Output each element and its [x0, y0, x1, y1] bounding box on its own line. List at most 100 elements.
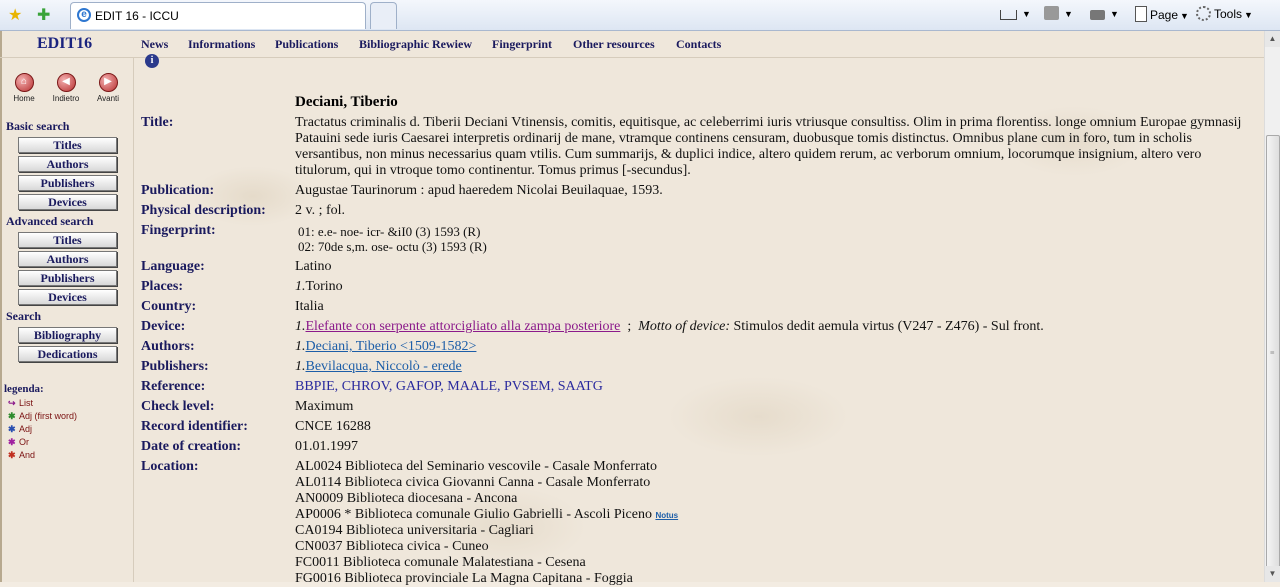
- fingerprint-label: Fingerprint:: [141, 223, 216, 238]
- location-item: AN0009 Biblioteca diocesana - Ancona: [295, 491, 518, 506]
- places-number: 1.: [295, 279, 306, 294]
- notus-link[interactable]: Notus: [655, 511, 678, 520]
- top-divider: [0, 57, 1264, 58]
- top-navigation: EDIT16 News Informations Publications Bi…: [0, 31, 1264, 57]
- ie-page-icon: e: [77, 8, 91, 22]
- rss-icon: [1044, 6, 1059, 20]
- device-separator: ;: [627, 319, 632, 334]
- record-heading: Deciani, Tiberio: [295, 94, 398, 110]
- basic-authors-button[interactable]: Authors: [18, 156, 117, 172]
- advanced-titles-button[interactable]: Titles: [18, 232, 117, 248]
- author-link[interactable]: Deciani, Tiberio <1509-1582>: [306, 339, 477, 354]
- feeds-button[interactable]: ▼: [1044, 6, 1073, 20]
- country-label: Country:: [141, 299, 197, 314]
- publication-value: Augustae Taurinorum : apud haeredem Nico…: [295, 183, 663, 198]
- advanced-devices-button[interactable]: Devices: [18, 289, 117, 305]
- scroll-up-arrow-icon[interactable]: ▲: [1265, 31, 1280, 47]
- reference-link[interactable]: MAALE,: [447, 379, 500, 394]
- dedications-button[interactable]: Dedications: [18, 346, 117, 362]
- authors-value: 1.Deciani, Tiberio <1509-1582>: [295, 339, 476, 355]
- legend-label: Adj: [19, 424, 33, 434]
- location-item-with-note: AP0006 * Biblioteca comunale Giulio Gabr…: [295, 507, 678, 523]
- location-item: CN0037 Biblioteca civica - Cuneo: [295, 539, 489, 554]
- info-icon[interactable]: i: [145, 54, 159, 68]
- page-menu[interactable]: Page ▼: [1135, 6, 1189, 22]
- publishers-value: 1.Bevilacqua, Niccolò - erede: [295, 359, 462, 375]
- location-item: AL0114 Biblioteca civica Giovanni Canna …: [295, 475, 651, 490]
- basic-titles-button[interactable]: Titles: [18, 137, 117, 153]
- favorites-star-icon[interactable]: ★: [8, 5, 22, 25]
- bibliography-button[interactable]: Bibliography: [18, 327, 117, 343]
- advanced-publishers-button[interactable]: Publishers: [18, 270, 117, 286]
- home-icon: [1000, 10, 1017, 20]
- nav-fingerprint[interactable]: Fingerprint: [492, 37, 552, 52]
- location-item: FC0011 Biblioteca comunale Malatestiana …: [295, 555, 586, 570]
- date-of-creation-label: Date of creation:: [141, 439, 242, 454]
- printer-icon: [1090, 10, 1105, 20]
- legend-label: Adj (first word): [19, 411, 78, 421]
- page-icon: [1135, 6, 1147, 22]
- legend-label: Or: [19, 437, 29, 447]
- nav-contacts[interactable]: Contacts: [676, 37, 721, 52]
- scroll-down-arrow-icon[interactable]: ▼: [1265, 566, 1280, 582]
- device-number: 1.: [295, 319, 306, 334]
- print-button[interactable]: ▼: [1090, 6, 1119, 20]
- home-button[interactable]: ▼: [1000, 6, 1031, 20]
- check-level-label: Check level:: [141, 399, 215, 414]
- grip-icon: ≡: [1270, 348, 1275, 357]
- tab-title: EDIT 16 - ICCU: [95, 9, 179, 23]
- device-link[interactable]: Elefante con serpente attorcigliato alla…: [306, 319, 621, 334]
- nav-bibliographic-review[interactable]: Bibliographic Rewiew: [359, 37, 472, 52]
- advanced-search-heading: Advanced search: [6, 214, 94, 228]
- browser-tab[interactable]: e EDIT 16 - ICCU: [70, 2, 366, 29]
- nav-publications[interactable]: Publications: [275, 37, 338, 52]
- tools-menu[interactable]: Tools ▼: [1196, 6, 1253, 21]
- add-favorites-icon[interactable]: ✚: [37, 5, 50, 25]
- check-level-value: Maximum: [295, 399, 354, 414]
- reference-link[interactable]: SAATG: [558, 379, 603, 394]
- legend-item-adj: ✱ Adj: [8, 424, 32, 435]
- publication-label: Publication:: [141, 183, 215, 198]
- legend-title: legenda:: [4, 383, 44, 395]
- date-of-creation-value: 01.01.1997: [295, 439, 358, 454]
- vertical-scrollbar[interactable]: ▲ ≡ ▼: [1264, 31, 1280, 582]
- nav-news[interactable]: News: [141, 37, 168, 52]
- browser-toolbar: ★ ✚ e EDIT 16 - ICCU ▼ ▼ ▼ Page ▼ Tools ▼: [0, 0, 1280, 31]
- reference-label: Reference:: [141, 379, 206, 394]
- reference-link[interactable]: GAFOP,: [396, 379, 444, 394]
- title-value: Tractatus criminalis d. Tiberii Deciani …: [295, 115, 1242, 178]
- reference-value: BBPIE, CHROV, GAFOP, MAALE, PVSEM, SAATG: [295, 379, 603, 395]
- record-identifier-value: CNCE 16288: [295, 419, 371, 434]
- new-tab-button[interactable]: [370, 2, 397, 29]
- nav-other-resources[interactable]: Other resources: [573, 37, 655, 52]
- legend-item-or: ✱ Or: [8, 437, 29, 448]
- places-value: 1.Torino: [295, 279, 343, 295]
- title-label: Title:: [141, 115, 174, 130]
- nav-informations[interactable]: Informations: [188, 37, 255, 52]
- home-icon: ⌂: [14, 73, 34, 92]
- places-label: Places:: [141, 279, 183, 294]
- reference-link[interactable]: PVSEM,: [504, 379, 554, 394]
- authors-label: Authors:: [141, 339, 195, 354]
- back-nav-button[interactable]: ◀ Indietro: [49, 73, 83, 103]
- fingerprint-line: 02: 70de s,m. ose- octu (3) 1593 (R): [298, 239, 487, 254]
- advanced-authors-button[interactable]: Authors: [18, 251, 117, 267]
- asterisk-purple-icon: ✱: [8, 437, 16, 447]
- list-symbol-icon: ↪: [8, 398, 16, 408]
- search-heading: Search: [6, 309, 42, 323]
- back-arrow-icon: ◀: [56, 73, 76, 92]
- basic-devices-button[interactable]: Devices: [18, 194, 117, 210]
- places-text: Torino: [305, 279, 343, 294]
- forward-label: Avanti: [96, 94, 120, 103]
- forward-nav-button[interactable]: ▶ Avanti: [91, 73, 125, 103]
- site-logo[interactable]: EDIT16: [37, 35, 92, 53]
- reference-link[interactable]: BBPIE,: [295, 379, 338, 394]
- physical-description-value: 2 v. ; fol.: [295, 203, 346, 218]
- asterisk-green-icon: ✱: [8, 411, 16, 421]
- home-nav-button[interactable]: ⌂ Home: [7, 73, 41, 103]
- basic-publishers-button[interactable]: Publishers: [18, 175, 117, 191]
- page-menu-label: Page: [1150, 8, 1179, 22]
- publisher-link[interactable]: Bevilacqua, Niccolò - erede: [306, 359, 462, 374]
- reference-link[interactable]: CHROV,: [342, 379, 393, 394]
- scrollbar-thumb[interactable]: ≡: [1266, 135, 1280, 577]
